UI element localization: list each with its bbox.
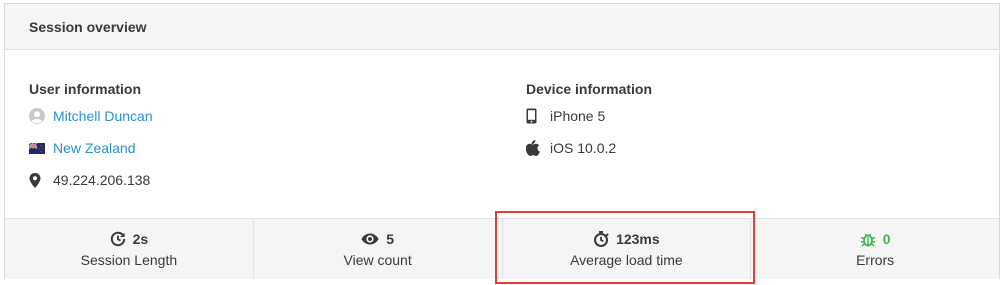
session-overview-card: Session overview User information Mitche… (4, 3, 1000, 279)
stat-view-count-label: View count (343, 252, 412, 268)
apple-icon (526, 140, 550, 156)
new-zealand-flag-icon (29, 142, 53, 154)
user-name-link[interactable]: Mitchell Duncan (53, 108, 153, 124)
stat-view-count[interactable]: 5 View count (254, 219, 503, 279)
device-model: iPhone 5 (550, 108, 606, 124)
device-os: iOS 10.0.2 (550, 140, 617, 156)
user-country-row: New Zealand (29, 132, 153, 164)
phone-icon (526, 108, 550, 124)
stat-errors[interactable]: 0 Errors (751, 219, 999, 279)
location-pin-icon (29, 172, 53, 188)
stat-average-load-time-value-row: 123ms (593, 230, 660, 248)
user-ip-row: 49.224.206.138 (29, 164, 153, 196)
stat-session-length-label: Session Length (80, 252, 178, 268)
stat-view-count-value: 5 (386, 231, 395, 247)
bug-icon (860, 233, 875, 247)
stat-session-length-value-row: 2s (110, 230, 149, 248)
stat-session-length[interactable]: 2s Session Length (5, 219, 254, 279)
stopwatch-icon (594, 231, 609, 247)
stat-average-load-time[interactable]: 123ms Average load time (503, 219, 752, 279)
card-title: Session overview (29, 18, 147, 35)
device-os-row: iOS 10.0.2 (526, 132, 652, 164)
user-name-row: Mitchell Duncan (29, 100, 153, 132)
user-ip: 49.224.206.138 (53, 172, 151, 188)
avatar-icon (29, 108, 53, 124)
stat-session-length-value: 2s (132, 231, 149, 247)
stat-average-load-time-value: 123ms (616, 231, 660, 247)
session-stats-bar: 2s Session Length 5 View count 123ms Ave… (5, 218, 999, 279)
info-section: User information Mitchell Duncan New Zea… (5, 50, 999, 218)
stat-average-load-time-label: Average load time (570, 252, 683, 268)
device-model-row: iPhone 5 (526, 100, 652, 132)
session-length-icon (110, 231, 125, 247)
user-information-title: User information (29, 81, 142, 97)
user-country-link[interactable]: New Zealand (53, 140, 136, 156)
user-information: User information Mitchell Duncan New Zea… (29, 78, 153, 196)
card-header: Session overview (5, 4, 999, 50)
stat-errors-value: 0 (882, 231, 891, 247)
stat-errors-label: Errors (856, 252, 895, 268)
stat-view-count-value-row: 5 (361, 230, 394, 248)
device-information-title: Device information (526, 81, 653, 97)
device-information: Device information iPhone 5 iOS 10.0.2 (526, 78, 652, 164)
eye-icon (361, 233, 379, 245)
stat-errors-value-row: 0 (860, 230, 891, 248)
